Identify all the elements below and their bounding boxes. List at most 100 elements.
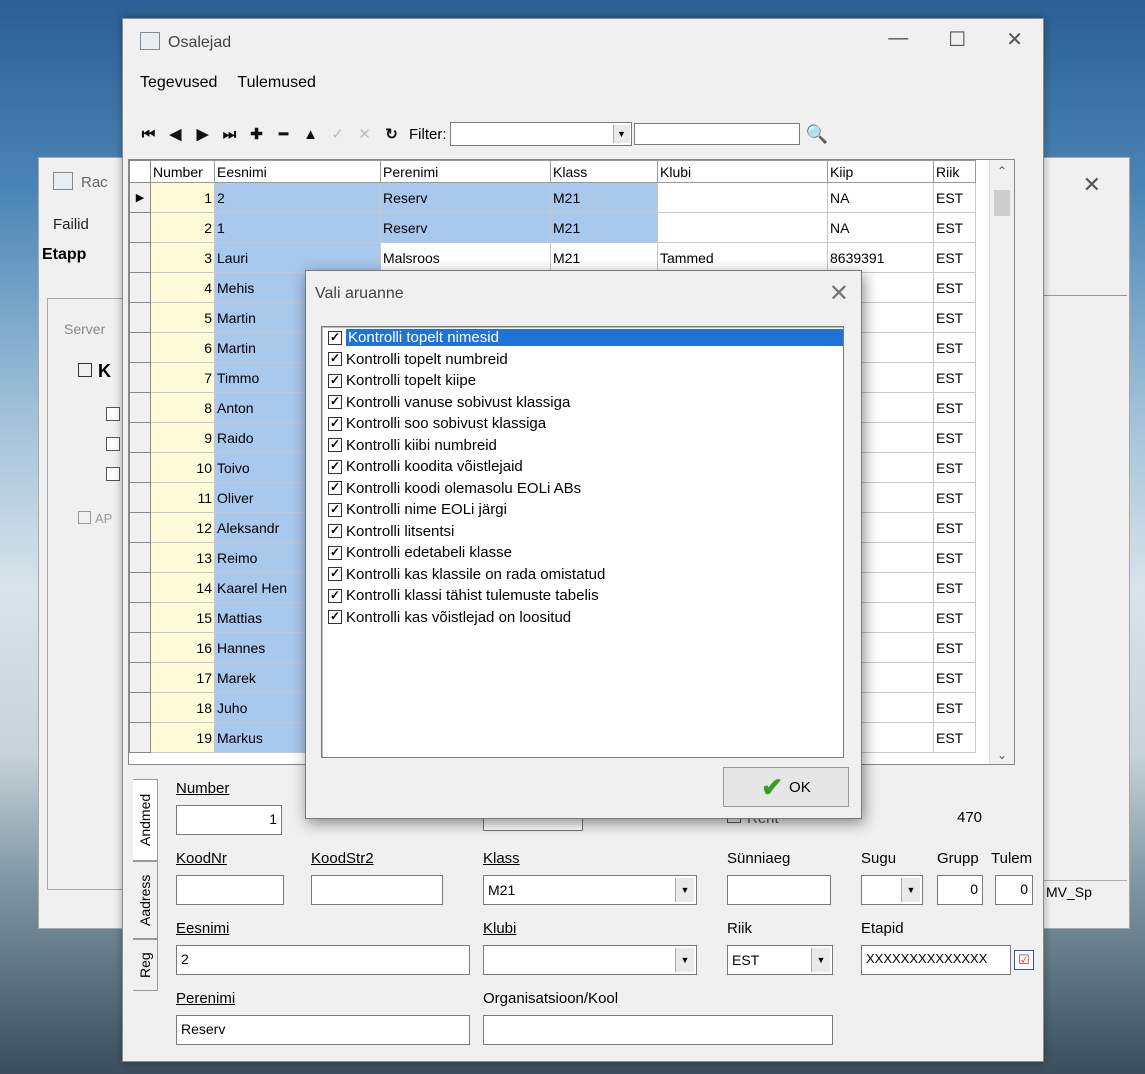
- table-cell[interactable]: EST: [933, 272, 976, 303]
- checkbox-checked-icon[interactable]: ✓: [328, 373, 342, 388]
- table-cell[interactable]: 2: [150, 212, 215, 243]
- table-cell[interactable]: 10: [150, 452, 215, 483]
- table-cell[interactable]: EST: [933, 632, 976, 663]
- row-indicator[interactable]: [129, 302, 151, 333]
- table-row[interactable]: 3 Lauri Malsroos M21 Tammed 8639391 EST: [129, 242, 976, 273]
- checkbox-checked-icon[interactable]: ✓: [328, 610, 342, 625]
- add-icon[interactable]: ✚: [243, 125, 270, 143]
- table-cell[interactable]: EST: [933, 362, 976, 393]
- search-icon[interactable]: 🔍: [806, 124, 828, 145]
- col-header[interactable]: Riik: [933, 160, 976, 183]
- table-cell[interactable]: 19: [150, 722, 215, 753]
- report-item[interactable]: ✓ Kontrolli koodi olemasolu EOLi ABs: [322, 478, 843, 500]
- scroll-up-icon[interactable]: ⌃: [990, 164, 1014, 178]
- checkbox-checked-icon[interactable]: ✓: [328, 438, 342, 453]
- table-cell[interactable]: [657, 212, 828, 243]
- bg-close-icon[interactable]: ✕: [1083, 172, 1101, 198]
- col-header[interactable]: Eesnimi: [214, 160, 381, 183]
- table-cell[interactable]: Malsroos: [380, 242, 551, 273]
- chevron-down-icon[interactable]: ▼: [675, 948, 694, 972]
- table-cell[interactable]: EST: [933, 392, 976, 423]
- report-item[interactable]: ✓ Kontrolli topelt kiipe: [322, 370, 843, 392]
- first-icon[interactable]: ⏮: [135, 126, 162, 143]
- close-icon[interactable]: ✕: [1006, 27, 1023, 52]
- table-cell[interactable]: NA: [827, 182, 934, 213]
- table-cell[interactable]: 8: [150, 392, 215, 423]
- koodstr2-field[interactable]: [311, 875, 443, 905]
- report-item[interactable]: ✓ Kontrolli kas klassile on rada omistatu…: [322, 564, 843, 586]
- report-item[interactable]: ✓ Kontrolli soo sobivust klassiga: [322, 413, 843, 435]
- klass-select[interactable]: M21 ▼: [483, 875, 697, 905]
- bg-checkbox-k[interactable]: K: [78, 361, 111, 382]
- row-indicator[interactable]: [129, 422, 151, 453]
- checkbox-checked-icon[interactable]: ✓: [328, 352, 342, 367]
- menu-tulemused[interactable]: Tulemused: [237, 74, 316, 92]
- tab-reg[interactable]: Reg: [133, 939, 158, 991]
- checkbox-checked-icon[interactable]: ✓: [328, 459, 342, 474]
- table-cell[interactable]: EST: [933, 692, 976, 723]
- row-indicator[interactable]: [129, 362, 151, 393]
- maximize-icon[interactable]: ☐: [948, 27, 966, 52]
- synniaeg-field[interactable]: [727, 875, 831, 905]
- row-indicator[interactable]: [129, 482, 151, 513]
- row-indicator[interactable]: [129, 662, 151, 693]
- table-cell[interactable]: EST: [933, 482, 976, 513]
- scroll-thumb[interactable]: [994, 190, 1010, 216]
- report-item[interactable]: ✓ Kontrolli klassi tähist tulemuste tabel…: [322, 585, 843, 607]
- eesnimi-field[interactable]: 2: [176, 945, 470, 975]
- chevron-down-icon[interactable]: ▼: [675, 878, 694, 902]
- row-indicator[interactable]: [129, 512, 151, 543]
- table-cell[interactable]: 15: [150, 602, 215, 633]
- table-cell[interactable]: EST: [933, 512, 976, 543]
- last-icon[interactable]: ⏭: [216, 126, 243, 143]
- tab-aadress[interactable]: Aadress: [133, 861, 158, 939]
- checkbox-checked-icon[interactable]: ✓: [328, 416, 342, 431]
- table-cell[interactable]: EST: [933, 452, 976, 483]
- ok-button[interactable]: ✔ OK: [723, 767, 849, 807]
- table-cell[interactable]: EST: [933, 722, 976, 753]
- tab-andmed[interactable]: Andmed: [133, 779, 158, 861]
- row-indicator[interactable]: ▶: [129, 182, 151, 213]
- checkbox-checked-icon[interactable]: ✓: [328, 545, 342, 560]
- table-cell[interactable]: M21: [550, 212, 658, 243]
- checkbox-checked-icon[interactable]: ✓: [328, 481, 342, 496]
- chevron-down-icon[interactable]: ▼: [901, 878, 920, 902]
- table-cell[interactable]: 2: [214, 182, 381, 213]
- riik-select[interactable]: EST ▼: [727, 945, 833, 975]
- table-cell[interactable]: 14: [150, 572, 215, 603]
- sugu-select[interactable]: ▼: [861, 875, 923, 905]
- table-cell[interactable]: EST: [933, 572, 976, 603]
- filter-field-select[interactable]: ▼: [449, 122, 632, 146]
- bg-checkbox[interactable]: [106, 437, 120, 451]
- table-cell[interactable]: 4: [150, 272, 215, 303]
- row-indicator[interactable]: [129, 632, 151, 663]
- table-cell[interactable]: 11: [150, 482, 215, 513]
- bg-checkbox-ap[interactable]: AP: [78, 511, 112, 526]
- report-item[interactable]: ✓ Kontrolli topelt numbreid: [322, 349, 843, 371]
- report-item[interactable]: ✓ Kontrolli litsentsi: [322, 521, 843, 543]
- checkbox-checked-icon[interactable]: ✓: [328, 395, 342, 410]
- row-indicator[interactable]: [129, 452, 151, 483]
- report-item[interactable]: ✓ Kontrolli koodita võistlejaid: [322, 456, 843, 478]
- report-item[interactable]: ✓ Kontrolli vanuse sobivust klassiga: [322, 392, 843, 414]
- klubi-select[interactable]: ▼: [483, 945, 697, 975]
- report-item[interactable]: ✓ Kontrolli edetabeli klasse: [322, 542, 843, 564]
- table-cell[interactable]: EST: [933, 542, 976, 573]
- col-header[interactable]: Number: [150, 160, 215, 183]
- row-indicator[interactable]: [129, 542, 151, 573]
- table-cell[interactable]: 12: [150, 512, 215, 543]
- table-cell[interactable]: EST: [933, 302, 976, 333]
- table-cell[interactable]: EST: [933, 332, 976, 363]
- delete-icon[interactable]: ━: [270, 125, 297, 143]
- table-cell[interactable]: 9: [150, 422, 215, 453]
- col-header[interactable]: Klubi: [657, 160, 828, 183]
- checkbox-checked-icon[interactable]: ✓: [328, 502, 342, 517]
- prev-icon[interactable]: ◀: [162, 125, 189, 143]
- table-cell[interactable]: EST: [933, 212, 976, 243]
- next-icon[interactable]: ▶: [189, 125, 216, 143]
- table-cell[interactable]: EST: [933, 242, 976, 273]
- table-cell[interactable]: EST: [933, 602, 976, 633]
- bg-checkbox[interactable]: [106, 407, 120, 421]
- row-indicator[interactable]: [129, 692, 151, 723]
- table-cell[interactable]: NA: [827, 212, 934, 243]
